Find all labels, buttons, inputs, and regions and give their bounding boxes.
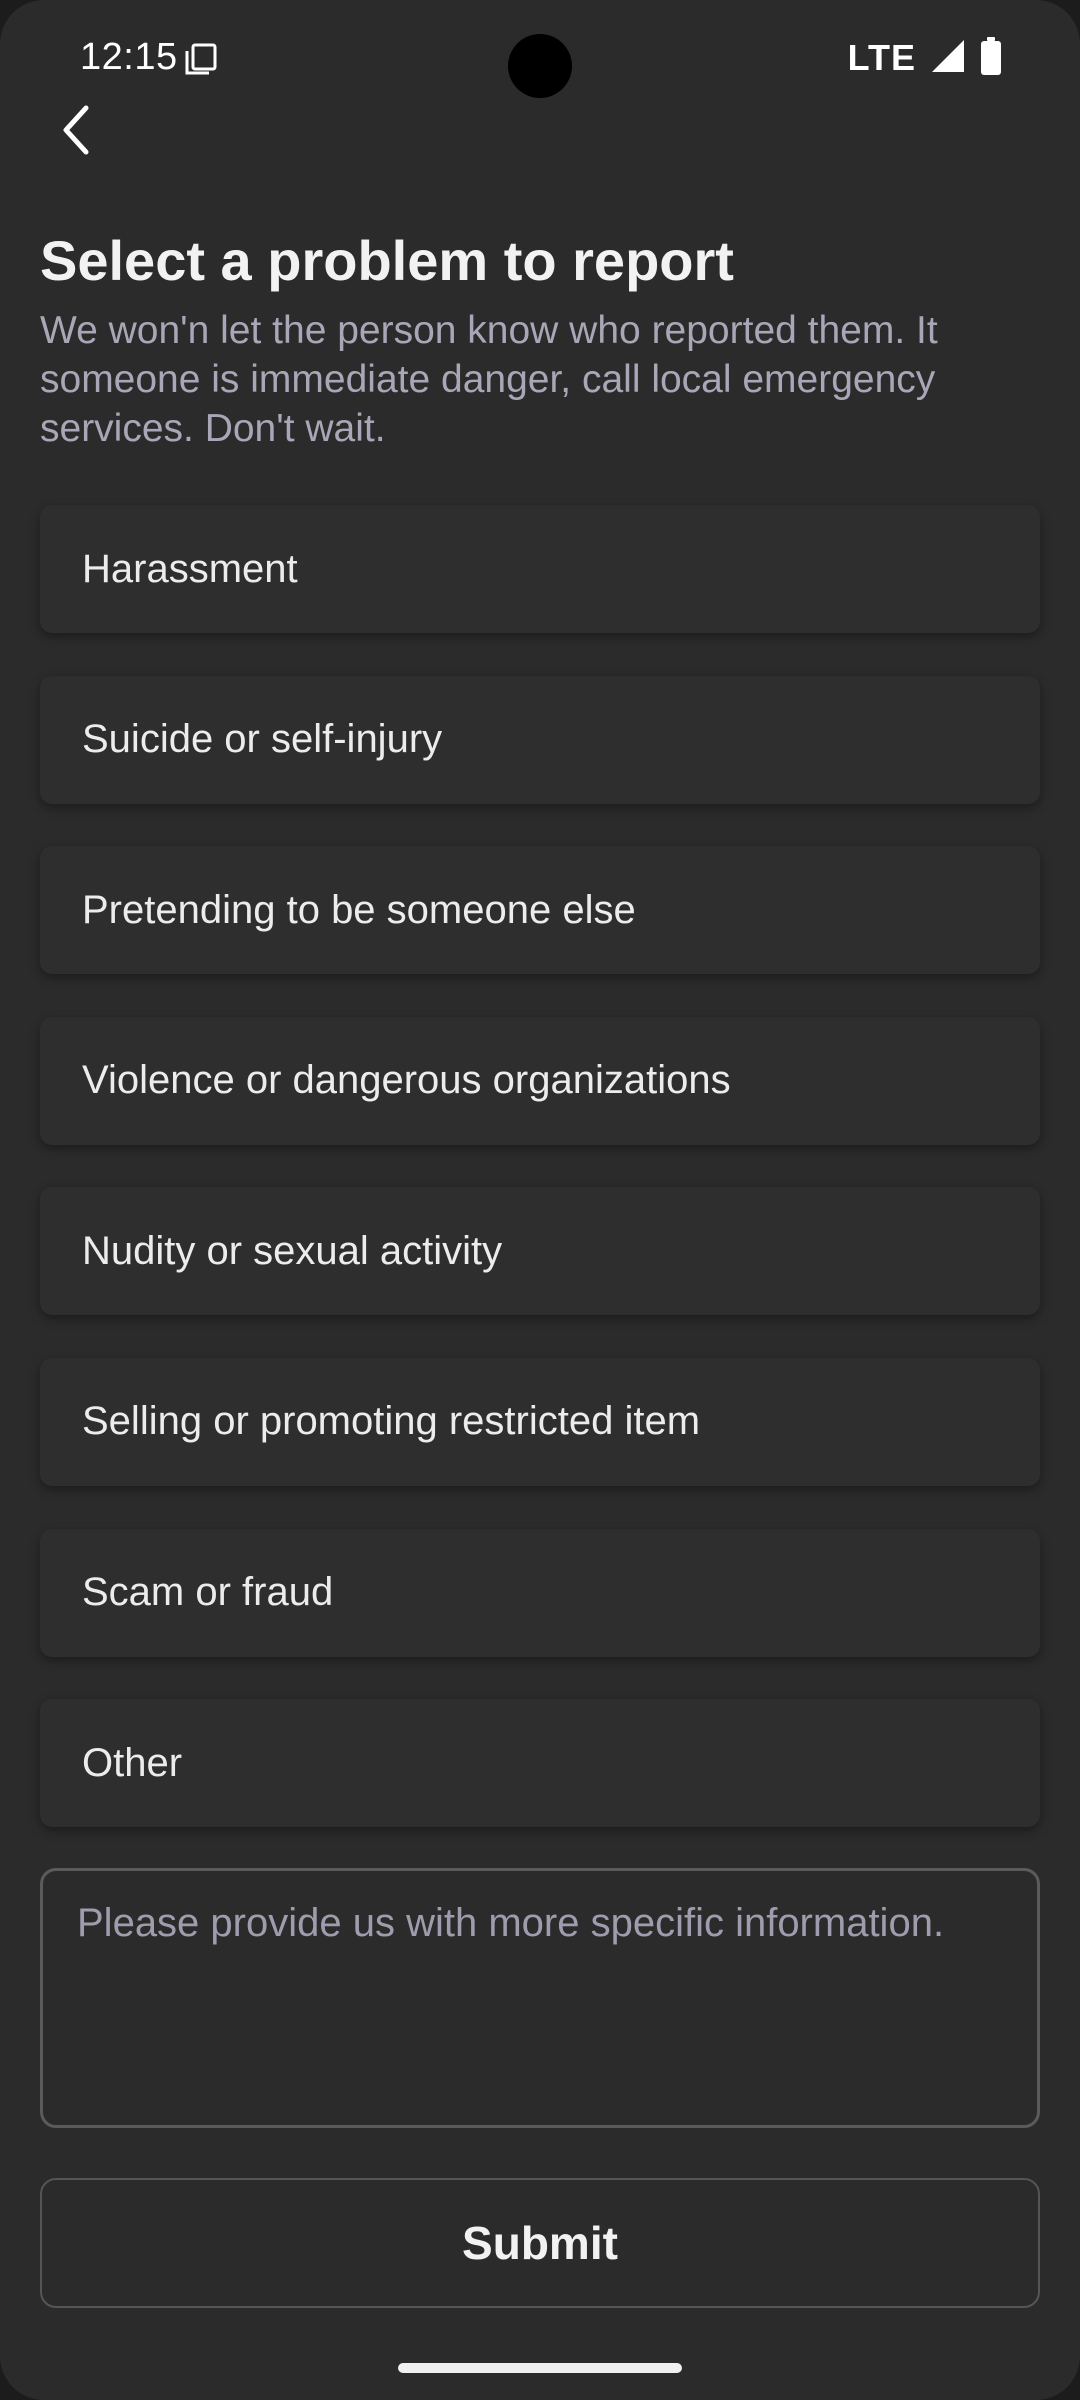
option-selling-restricted-item[interactable]: Selling or promoting restricted item: [40, 1357, 1040, 1486]
option-nudity-sexual-activity[interactable]: Nudity or sexual activity: [40, 1187, 1040, 1316]
option-suicide-self-injury[interactable]: Suicide or self-injury: [40, 675, 1040, 804]
details-input[interactable]: [40, 1868, 1040, 2128]
page-subtitle: We won'n let the person know who reporte…: [40, 309, 938, 450]
submit-button[interactable]: Submit: [40, 2178, 1040, 2308]
report-screen: 12:15 LTE Select a problem to report We …: [0, 0, 1080, 2400]
option-pretending-someone-else[interactable]: Pretending to be someone else: [40, 846, 1040, 975]
battery-icon: [980, 36, 1002, 80]
back-button[interactable]: [40, 96, 112, 168]
status-time: 12:15: [80, 36, 178, 78]
option-violence-dangerous-orgs[interactable]: Violence or dangerous organizations: [40, 1016, 1040, 1145]
page-title: Select a problem to report: [40, 229, 734, 292]
option-scam-fraud[interactable]: Scam or fraud: [40, 1528, 1040, 1657]
option-other[interactable]: Other: [40, 1699, 1040, 1828]
chevron-left-icon: [56, 102, 96, 163]
screenshot-icon: [184, 42, 218, 76]
status-bar: 12:15 LTE: [0, 0, 1080, 118]
camera-cutout: [508, 34, 572, 98]
option-harassment[interactable]: Harassment: [40, 505, 1040, 633]
network-type: LTE: [847, 37, 916, 78]
home-indicator[interactable]: [398, 2363, 682, 2373]
signal-icon: [930, 38, 966, 79]
report-options-list: Harassment Suicide or self-injury Preten…: [40, 505, 1040, 1870]
status-indicators: LTE: [848, 36, 1002, 80]
